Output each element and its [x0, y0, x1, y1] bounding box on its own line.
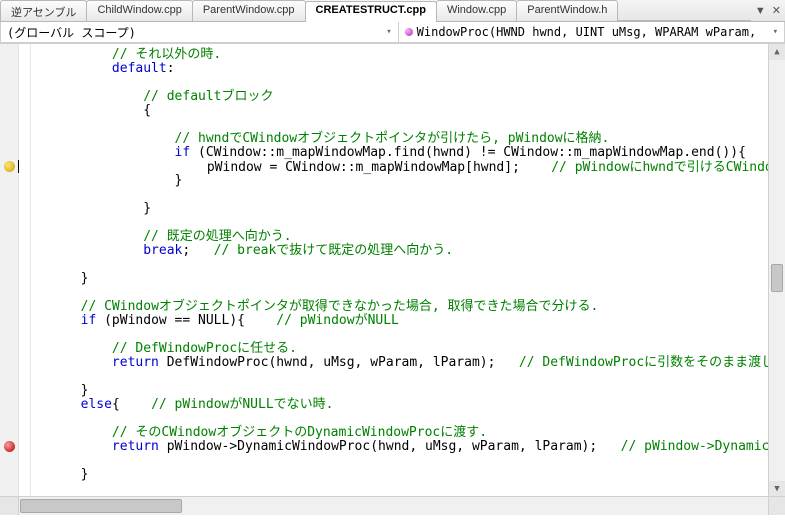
code-editor[interactable]: // それ以外の時. default: // defaultブロック { // … [0, 44, 785, 515]
vertical-scrollbar[interactable]: ▲ ▼ [768, 44, 785, 497]
code-line[interactable]: // hwndでCWindowオブジェクトポインタが引けたら, pWindowに… [18, 132, 769, 146]
code-line[interactable] [18, 118, 769, 132]
function-dropdown[interactable]: WindowProc(HWND hwnd, UINT uMsg, WPARAM … [398, 22, 785, 43]
chevron-down-icon[interactable]: ▾ [773, 27, 778, 37]
code-line[interactable]: // DefWindowProcに任せる. [18, 342, 769, 356]
code-line[interactable] [18, 76, 769, 90]
tab-spacer [617, 0, 751, 21]
code-line[interactable]: } [18, 202, 769, 216]
chevron-down-icon[interactable]: ▾ [386, 27, 391, 37]
horizontal-scroll-thumb[interactable] [20, 499, 182, 513]
code-line[interactable]: } [18, 272, 769, 286]
tab-menu-dropdown-icon[interactable]: ▼ [755, 5, 766, 17]
scroll-up-arrow-icon[interactable]: ▲ [769, 44, 785, 60]
code-area[interactable]: // それ以外の時. default: // defaultブロック { // … [18, 44, 769, 497]
file-tab[interactable]: ParentWindow.h [516, 0, 618, 21]
horizontal-scrollbar[interactable] [18, 496, 769, 515]
scope-dropdown[interactable]: (グローバル スコープ) ▾ [0, 22, 398, 43]
file-tab[interactable]: ChildWindow.cpp [86, 0, 192, 21]
code-line[interactable]: if (CWindow::m_mapWindowMap.find(hwnd) !… [18, 146, 769, 160]
file-tab-strip: 逆アセンブルChildWindow.cppParentWindow.cppCRE… [0, 0, 785, 22]
code-line[interactable] [18, 482, 769, 496]
code-line[interactable] [18, 370, 769, 384]
code-line[interactable] [18, 188, 769, 202]
code-line[interactable] [18, 328, 769, 342]
scope-label: (グローバル スコープ) [7, 24, 136, 41]
code-line[interactable]: else{ // pWindowがNULLでない時. [18, 398, 769, 412]
code-line[interactable]: return pWindow->DynamicWindowProc(hwnd, … [18, 440, 769, 454]
code-line[interactable]: // CWindowオブジェクトポインタが取得できなかった場合, 取得できた場合… [18, 300, 769, 314]
code-line[interactable] [18, 412, 769, 426]
code-line[interactable]: // そのCWindowオブジェクトのDynamicWindowProcに渡す. [18, 426, 769, 440]
code-line[interactable] [18, 258, 769, 272]
file-tab[interactable]: 逆アセンブル [0, 0, 87, 21]
file-tab[interactable]: ParentWindow.cpp [192, 0, 306, 21]
breakpoint-marker[interactable] [4, 441, 15, 452]
method-icon [405, 28, 413, 36]
file-tab[interactable]: CREATESTRUCT.cpp [305, 1, 437, 22]
scroll-down-arrow-icon[interactable]: ▼ [769, 481, 785, 497]
code-line[interactable]: } [18, 468, 769, 482]
scrollbar-corner [768, 496, 785, 515]
file-tab[interactable]: Window.cpp [436, 0, 517, 21]
gutter[interactable] [0, 44, 19, 515]
code-line[interactable]: { [18, 104, 769, 118]
code-line[interactable]: break; // breakで抜けて既定の処理へ向かう. [18, 244, 769, 258]
nav-bar: (グローバル スコープ) ▾ WindowProc(HWND hwnd, UIN… [0, 22, 785, 44]
code-line[interactable] [18, 454, 769, 468]
tab-controls: ▼ ✕ [751, 0, 785, 21]
code-line[interactable] [18, 286, 769, 300]
tab-close-icon[interactable]: ✕ [772, 4, 781, 17]
code-line[interactable] [18, 216, 769, 230]
code-line[interactable]: // 既定の処理へ向かう. [18, 230, 769, 244]
code-line[interactable]: default: [18, 62, 769, 76]
breakpoint-marker-pending[interactable] [4, 161, 15, 172]
code-line[interactable]: } [18, 384, 769, 398]
code-line[interactable]: return DefWindowProc(hwnd, uMsg, wParam,… [18, 356, 769, 370]
code-line[interactable]: // それ以外の時. [18, 48, 769, 62]
code-line[interactable]: if (pWindow == NULL){ // pWindowがNULL [18, 314, 769, 328]
text-caret [18, 160, 19, 173]
splitter-handle[interactable] [0, 496, 19, 515]
code-line[interactable]: // defaultブロック [18, 90, 769, 104]
code-line[interactable]: pWindow = CWindow::m_mapWindowMap[hwnd];… [18, 160, 769, 174]
code-line[interactable]: } [18, 174, 769, 188]
function-label: WindowProc(HWND hwnd, UINT uMsg, WPARAM … [417, 25, 757, 39]
vertical-scroll-thumb[interactable] [771, 264, 783, 292]
